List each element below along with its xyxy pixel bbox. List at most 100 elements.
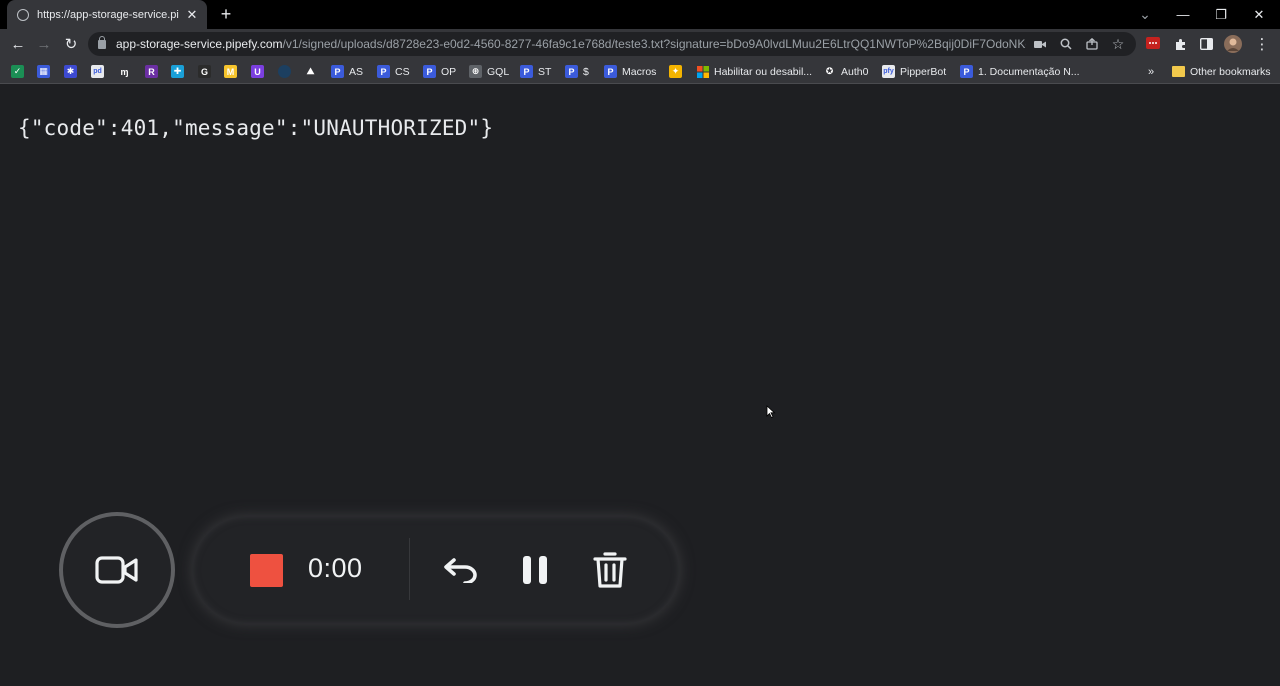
m-icon: ɱ xyxy=(118,65,131,78)
bookmark-label: Macros xyxy=(622,65,657,78)
u-icon: U xyxy=(251,65,264,78)
folder-icon xyxy=(1172,66,1185,77)
pipefy-icon: P xyxy=(423,65,436,78)
url-text[interactable]: app-storage-service.pipefy.com/v1/signed… xyxy=(116,37,1026,51)
bookmark-item[interactable]: U xyxy=(251,63,264,80)
zoom-icon[interactable] xyxy=(1058,36,1074,52)
close-window-button[interactable]: ✕ xyxy=(1240,0,1278,29)
extensions-puzzle-icon[interactable] xyxy=(1171,35,1189,53)
minimize-button[interactable]: — xyxy=(1164,0,1202,29)
delete-recording-button[interactable] xyxy=(590,550,630,590)
bookmark-item[interactable]: ✦ xyxy=(669,63,682,80)
puzzle-icon: ✚ xyxy=(171,65,184,78)
other-bookmarks-label: Other bookmarks xyxy=(1190,65,1271,78)
pipefy-icon: P xyxy=(604,65,617,78)
maximize-button[interactable]: ❐ xyxy=(1202,0,1240,29)
bookmark-item[interactable]: P 1. Documentação N... xyxy=(960,63,1080,80)
pause-recording-button[interactable] xyxy=(515,550,555,590)
pipefy-icon: P xyxy=(565,65,578,78)
controls-divider xyxy=(409,538,410,600)
bookmark-label: OP xyxy=(441,65,457,78)
bookmark-item[interactable]: P ST xyxy=(520,63,551,80)
camera-toggle-button[interactable] xyxy=(59,512,175,628)
browser-tab[interactable]: https://app-storage-service.pipefy.com/v… xyxy=(7,0,207,29)
tab-close-icon[interactable]: ✕ xyxy=(185,7,199,23)
address-bar[interactable]: app-storage-service.pipefy.com/v1/signed… xyxy=(88,32,1136,56)
json-response-text: {"code":401,"message":"UNAUTHORIZED"} xyxy=(18,116,494,140)
pause-icon xyxy=(523,556,547,584)
mouse-cursor-icon xyxy=(766,405,776,419)
bookmark-item[interactable]: ✪ Auth0 xyxy=(823,63,868,80)
bookmark-label: GQL xyxy=(487,65,510,78)
share-icon[interactable] xyxy=(1084,36,1100,52)
bookmark-item[interactable]: ✱ xyxy=(64,63,77,80)
recording-timer: 0:00 xyxy=(308,553,363,583)
side-panel-icon[interactable] xyxy=(1197,35,1215,53)
miro-icon: M xyxy=(224,65,237,78)
page-content: {"code":401,"message":"UNAUTHORIZED"} 0:… xyxy=(0,85,1280,686)
tab-title: https://app-storage-service.pipefy.com/v… xyxy=(37,8,179,21)
bookmark-item[interactable]: pfy PipperBot xyxy=(882,63,946,80)
bookmark-label: ST xyxy=(538,65,552,78)
bookmark-item[interactable]: G xyxy=(198,63,211,80)
bookmark-item[interactable]: ɱ xyxy=(118,63,131,80)
bookmark-item[interactable]: P CS xyxy=(377,63,410,80)
bookmarks-overflow-button[interactable]: » xyxy=(1148,63,1154,80)
camera-in-use-icon[interactable] xyxy=(1032,36,1048,52)
forward-button[interactable]: → xyxy=(33,33,55,55)
calendar-icon: ▦ xyxy=(37,65,50,78)
bookmark-label: $ xyxy=(583,65,589,78)
bookmark-item[interactable]: P OP xyxy=(423,63,456,80)
bookmark-item[interactable] xyxy=(278,63,291,80)
stop-recording-button[interactable] xyxy=(250,554,283,587)
bookmark-label: PipperBot xyxy=(900,65,947,78)
bookmark-item[interactable]: ✓ xyxy=(11,63,24,80)
bookmark-item[interactable]: ▦ xyxy=(37,63,50,80)
undo-icon xyxy=(444,558,477,583)
pipefy-icon: P xyxy=(377,65,390,78)
bookmark-item[interactable]: P Macros xyxy=(604,63,656,80)
circle-icon xyxy=(278,65,291,78)
bookmark-item[interactable]: P $ xyxy=(565,63,589,80)
pdf-icon: pd xyxy=(91,65,104,78)
mountain-icon: ⛰ xyxy=(304,65,317,78)
bookmark-item[interactable]: R xyxy=(145,63,158,80)
bookmark-label: Habilitar ou desabil... xyxy=(714,65,813,78)
back-button[interactable]: ← xyxy=(7,33,29,55)
pipefy-icon: P xyxy=(960,65,973,78)
globe-icon: ⊕ xyxy=(469,65,482,78)
google-icon: G xyxy=(198,65,211,78)
bookmarks-bar: » Other bookmarks ✓ ▦ ✱ pd ɱ R ✚ G M U ⛰ P AS P CS P OP ⊕… xyxy=(0,59,1280,84)
bookmark-item[interactable]: pd xyxy=(91,63,104,80)
bookmark-item[interactable]: ⛰ xyxy=(304,63,317,80)
bookmark-item[interactable]: ⊕ GQL xyxy=(469,63,509,80)
lightbulb-icon: ✦ xyxy=(669,65,682,78)
bookmark-item[interactable]: Habilitar ou desabil... xyxy=(696,63,812,80)
r-icon: R xyxy=(145,65,158,78)
menu-kebab-icon[interactable]: ⋮ xyxy=(1253,35,1271,53)
pipefy-icon: P xyxy=(331,65,344,78)
other-bookmarks-folder[interactable]: Other bookmarks xyxy=(1172,63,1271,80)
browser-toolbar: ← → ↻ app-storage-service.pipefy.com/v1/… xyxy=(0,29,1280,59)
bookmark-item[interactable]: ✚ xyxy=(171,63,184,80)
new-tab-button[interactable]: + xyxy=(216,4,236,25)
profile-avatar[interactable] xyxy=(1224,35,1242,53)
restart-recording-button[interactable] xyxy=(440,550,480,590)
recording-controls-bar: 0:00 xyxy=(192,516,680,624)
bookmark-item[interactable]: M xyxy=(224,63,237,80)
tab-search-chevron-icon[interactable]: ⌄ xyxy=(1126,0,1164,29)
url-host: app-storage-service.pipefy.com xyxy=(116,37,283,51)
reload-button[interactable]: ↻ xyxy=(60,33,82,55)
video-camera-icon xyxy=(95,556,138,584)
extension-red-icon[interactable] xyxy=(1145,35,1163,53)
globe-icon xyxy=(17,8,29,21)
bookmark-star-icon[interactable]: ☆ xyxy=(1110,36,1126,52)
title-bar: https://app-storage-service.pipefy.com/v… xyxy=(0,0,1280,29)
check-icon: ✓ xyxy=(11,65,24,78)
bookmark-label: 1. Documentação N... xyxy=(978,65,1080,78)
bookmark-label: AS xyxy=(349,65,364,78)
bookmark-label: CS xyxy=(395,65,410,78)
auth0-icon: ✪ xyxy=(823,65,836,78)
bookmark-item[interactable]: P AS xyxy=(331,63,363,80)
bookmark-label: Auth0 xyxy=(841,65,869,78)
